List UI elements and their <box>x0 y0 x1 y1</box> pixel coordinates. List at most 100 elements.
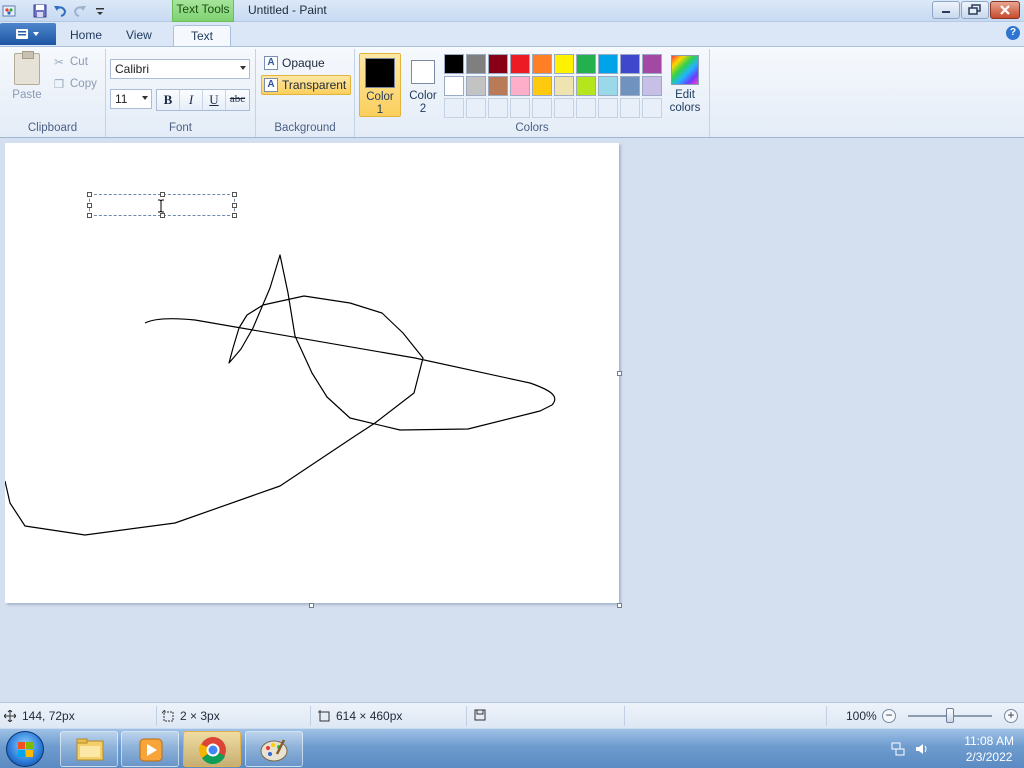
colors-group: Color 1 Color 2 Edit colors Colors <box>354 49 710 137</box>
canvas-resize-handle-right[interactable] <box>617 371 622 376</box>
transparent-button[interactable]: A Transparent <box>261 75 352 95</box>
help-icon[interactable]: ? <box>1006 26 1020 40</box>
network-icon[interactable] <box>890 741 906 757</box>
palette-custom-slot[interactable] <box>642 98 662 118</box>
opaque-button[interactable]: A Opaque <box>262 53 329 73</box>
palette-color-swatch[interactable] <box>488 76 508 96</box>
minimize-button[interactable] <box>932 1 960 19</box>
close-button[interactable] <box>990 1 1020 19</box>
edit-colors-label: Edit colors <box>669 89 701 114</box>
save-icon[interactable] <box>32 3 48 19</box>
palette-color-swatch[interactable] <box>488 54 508 74</box>
palette-custom-slot[interactable] <box>444 98 464 118</box>
font-size-value: 11 <box>115 92 128 106</box>
resize-handle[interactable] <box>160 213 165 218</box>
resize-handle[interactable] <box>232 213 237 218</box>
palette-custom-slot[interactable] <box>554 98 574 118</box>
palette-color-swatch[interactable] <box>598 76 618 96</box>
palette-color-swatch[interactable] <box>510 54 530 74</box>
palette-color-swatch[interactable] <box>576 76 596 96</box>
palette-color-swatch[interactable] <box>444 54 464 74</box>
undo-icon[interactable] <box>52 3 68 19</box>
copy-button[interactable]: ❐ Copy <box>52 77 97 91</box>
taskbar-chrome[interactable] <box>183 731 241 767</box>
canvas-resize-handle-bottom[interactable] <box>309 603 314 608</box>
workspace <box>0 139 1024 701</box>
selection-size-value: 2 × 3px <box>180 709 220 723</box>
taskbar-paint[interactable] <box>245 731 303 767</box>
palette-color-swatch[interactable] <box>642 76 662 96</box>
strikethrough-button[interactable]: abc <box>226 90 249 110</box>
color1-button[interactable]: Color 1 <box>359 53 401 117</box>
zoom-out-button[interactable]: − <box>882 709 896 723</box>
paste-button[interactable]: Paste <box>8 51 46 101</box>
chrome-icon <box>199 737 226 765</box>
zoom-level: 100% <box>846 709 877 723</box>
resize-handle[interactable] <box>87 203 92 208</box>
palette-custom-slot[interactable] <box>576 98 596 118</box>
tab-view[interactable]: View <box>114 25 164 46</box>
palette-color-swatch[interactable] <box>620 54 640 74</box>
palette-color-swatch[interactable] <box>554 76 574 96</box>
taskbar-explorer[interactable] <box>60 731 118 767</box>
windows-logo-icon <box>18 742 33 757</box>
taskbar: 11:08 AM 2/3/2022 <box>0 728 1024 768</box>
palette-custom-slot[interactable] <box>510 98 530 118</box>
palette-color-swatch[interactable] <box>532 76 552 96</box>
clock[interactable]: 11:08 AM 2/3/2022 <box>964 733 1014 765</box>
palette-custom-slot[interactable] <box>488 98 508 118</box>
tab-home[interactable]: Home <box>58 25 114 46</box>
italic-button[interactable]: I <box>180 90 203 110</box>
ibeam-cursor-icon <box>158 199 164 213</box>
palette-custom-slot[interactable] <box>532 98 552 118</box>
chevron-down-icon <box>142 96 148 100</box>
palette-color-swatch[interactable] <box>598 54 618 74</box>
resize-handle[interactable] <box>232 203 237 208</box>
font-family-select[interactable]: Calibri <box>110 59 250 79</box>
palette-color-swatch[interactable] <box>554 54 574 74</box>
palette-color-swatch[interactable] <box>620 76 640 96</box>
quick-access-toolbar <box>2 2 108 20</box>
palette-custom-slot[interactable] <box>620 98 640 118</box>
drawing-canvas[interactable] <box>5 143 619 603</box>
ribbon: Paste ✂ Cut ❐ Copy Clipboard Calibri 11 … <box>0 46 1024 138</box>
volume-icon[interactable] <box>914 741 930 757</box>
palette-color-swatch[interactable] <box>576 54 596 74</box>
edit-colors-button[interactable]: Edit colors <box>665 53 705 115</box>
resize-handle[interactable] <box>232 192 237 197</box>
bold-button[interactable]: B <box>157 90 180 110</box>
palette-color-swatch[interactable] <box>444 76 464 96</box>
cursor-position: 144, 72px <box>4 709 75 723</box>
palette-custom-slot[interactable] <box>598 98 618 118</box>
cut-button[interactable]: ✂ Cut <box>52 55 88 69</box>
restore-button[interactable] <box>961 1 989 19</box>
paint-menu-button[interactable] <box>0 23 56 45</box>
underline-button[interactable]: U <box>203 90 226 110</box>
resize-handle[interactable] <box>87 192 92 197</box>
palette-color-swatch[interactable] <box>466 54 486 74</box>
taskbar-media-player[interactable] <box>121 731 179 767</box>
paint-app-icon[interactable] <box>2 3 18 19</box>
zoom-in-button[interactable]: + <box>1004 709 1018 723</box>
customize-qat-icon[interactable] <box>92 3 108 19</box>
transparent-label: Transparent <box>282 78 347 92</box>
status-bar: 144, 72px 2 × 3px 614 × 460px 100% − + <box>0 702 1024 728</box>
start-button[interactable] <box>6 731 44 767</box>
palette-color-swatch[interactable] <box>642 54 662 74</box>
scissors-icon: ✂ <box>54 57 64 69</box>
zoom-slider-thumb[interactable] <box>946 708 954 723</box>
paste-icon <box>14 51 40 85</box>
font-size-select[interactable]: 11 <box>110 89 152 109</box>
color-spectrum-icon <box>671 55 699 85</box>
restore-icon <box>968 4 981 15</box>
resize-handle[interactable] <box>87 213 92 218</box>
title-bar: Text Tools Untitled - Paint <box>0 0 1024 22</box>
palette-custom-slot[interactable] <box>466 98 486 118</box>
color2-button[interactable]: Color 2 <box>402 53 444 117</box>
resize-handle[interactable] <box>160 192 165 197</box>
canvas-resize-handle-corner[interactable] <box>617 603 622 608</box>
palette-color-swatch[interactable] <box>532 54 552 74</box>
palette-color-swatch[interactable] <box>466 76 486 96</box>
tab-text[interactable]: Text <box>173 25 231 46</box>
palette-color-swatch[interactable] <box>510 76 530 96</box>
